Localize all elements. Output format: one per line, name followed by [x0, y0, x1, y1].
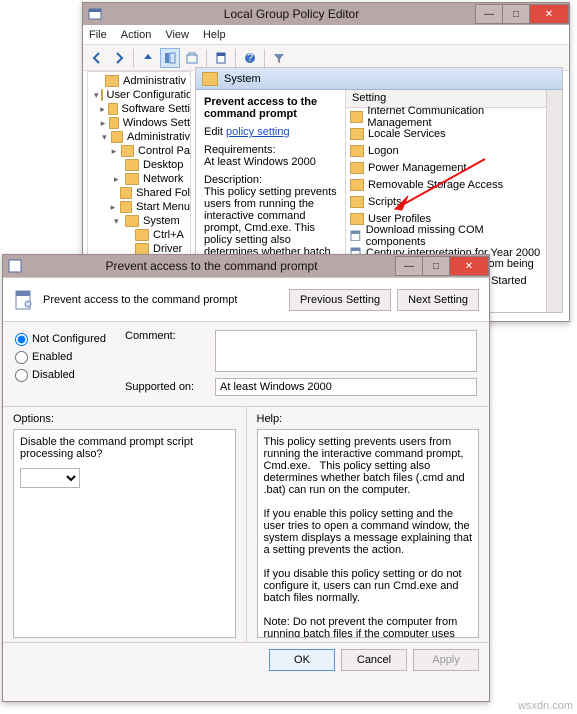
menu-action[interactable]: Action — [121, 29, 152, 41]
radio-not-configured[interactable]: Not Configured — [15, 330, 125, 348]
config-area: Not Configured Enabled Disabled Comment:… — [3, 322, 489, 407]
dialog-titlebar[interactable]: Prevent access to the command prompt — □… — [3, 255, 489, 277]
tree-node[interactable]: Ctrl+A — [88, 228, 190, 242]
settings-row-label: Internet Communication Management — [367, 105, 542, 129]
settings-row-label: Scripts — [368, 196, 402, 208]
dialog-heading: Prevent access to the command prompt — [43, 294, 283, 306]
watermark: wsxdn.com — [518, 700, 573, 712]
folder-icon — [350, 162, 364, 174]
up-button[interactable] — [138, 48, 158, 68]
selected-policy-title: Prevent access to the command prompt — [204, 96, 337, 120]
settings-row[interactable]: Scripts — [346, 193, 546, 210]
filter-button[interactable] — [269, 48, 289, 68]
tree-node[interactable]: ▾User Configuratio — [88, 88, 190, 102]
settings-row[interactable]: Logon — [346, 142, 546, 159]
radio-not-configured-label: Not Configured — [32, 333, 106, 345]
app-icon — [87, 6, 103, 22]
folder-icon — [350, 213, 364, 225]
details-header-text: System — [224, 73, 261, 85]
dialog-maximize-button[interactable]: □ — [422, 256, 450, 276]
svg-text:?: ? — [247, 52, 253, 64]
maximize-button[interactable]: □ — [502, 4, 530, 24]
folder-icon — [202, 72, 218, 86]
supported-field — [215, 378, 477, 396]
back-button[interactable] — [87, 48, 107, 68]
gpedit-menubar: File Action View Help — [83, 25, 569, 45]
help-text: This policy setting prevents users from … — [257, 429, 480, 638]
edit-prefix: Edit — [204, 126, 226, 138]
folder-icon — [350, 179, 364, 191]
tree-node[interactable]: Desktop — [88, 158, 190, 172]
show-hide-tree-button[interactable] — [160, 48, 180, 68]
policy-dialog: Prevent access to the command prompt — □… — [2, 254, 490, 702]
tree-node[interactable]: ▸Control Pa — [88, 144, 190, 158]
dialog-minimize-button[interactable]: — — [395, 256, 423, 276]
edit-policy-link[interactable]: policy setting — [226, 126, 290, 138]
settings-row-label: Locale Services — [368, 128, 446, 140]
desc-label: Description: — [204, 174, 262, 186]
folder-icon — [350, 111, 363, 123]
properties-button[interactable] — [211, 48, 231, 68]
tree-node[interactable]: ▸Start Menu — [88, 200, 190, 214]
apply-button[interactable]: Apply — [413, 649, 479, 671]
folder-icon — [350, 145, 364, 157]
ok-button[interactable]: OK — [269, 649, 335, 671]
radio-disabled-label: Disabled — [32, 369, 75, 381]
menu-file[interactable]: File — [89, 29, 107, 41]
close-button[interactable]: ✕ — [529, 4, 569, 24]
details-header: System — [196, 68, 562, 90]
folder-icon — [350, 128, 364, 140]
radio-enabled-label: Enabled — [32, 351, 72, 363]
dialog-app-icon — [7, 258, 23, 274]
settings-row-label: Power Management — [368, 162, 466, 174]
comment-textarea[interactable] — [215, 330, 477, 372]
folder-icon — [350, 196, 364, 208]
minimize-button[interactable]: — — [475, 4, 503, 24]
options-label: Options: — [13, 413, 236, 425]
tree-node[interactable]: ▸Software Setti — [88, 102, 190, 116]
settings-row[interactable]: Download missing COM components — [346, 227, 546, 244]
menu-view[interactable]: View — [165, 29, 189, 41]
help-label: Help: — [257, 413, 480, 425]
dialog-header: Prevent access to the command prompt Pre… — [3, 278, 489, 322]
help-button[interactable]: ? — [240, 48, 260, 68]
comment-label: Comment: — [125, 330, 215, 342]
settings-row[interactable]: Internet Communication Management — [346, 108, 546, 125]
cancel-button[interactable]: Cancel — [341, 649, 407, 671]
dialog-close-button[interactable]: ✕ — [449, 256, 489, 276]
req-label: Requirements: — [204, 144, 276, 156]
dialog-title: Prevent access to the command prompt — [27, 259, 396, 273]
tree-node[interactable]: ▸Network — [88, 172, 190, 186]
tree-node[interactable]: Administrativ — [88, 74, 190, 88]
tree-node[interactable]: ▾Administrativ — [88, 130, 190, 144]
settings-row-label: Download missing COM components — [366, 224, 542, 248]
options-pane: Options: Disable the command prompt scri… — [3, 407, 247, 642]
previous-setting-button[interactable]: Previous Setting — [289, 289, 391, 311]
settings-row-label: Logon — [368, 145, 399, 157]
dialog-footer: OK Cancel Apply — [3, 643, 489, 677]
settings-row[interactable]: Power Management — [346, 159, 546, 176]
help-pane: Help: This policy setting prevents users… — [247, 407, 490, 642]
radio-disabled[interactable]: Disabled — [15, 366, 125, 384]
gpedit-title: Local Group Policy Editor — [107, 7, 476, 21]
setting-icon — [350, 230, 362, 242]
option-select[interactable] — [20, 468, 80, 488]
settings-row[interactable]: Removable Storage Access — [346, 176, 546, 193]
req-value: At least Windows 2000 — [204, 156, 316, 168]
option-text: Disable the command prompt script proces… — [20, 436, 229, 460]
policy-icon — [13, 289, 35, 311]
tree-node[interactable]: ▾System — [88, 214, 190, 228]
next-setting-button[interactable]: Next Setting — [397, 289, 479, 311]
forward-button[interactable] — [109, 48, 129, 68]
menu-help[interactable]: Help — [203, 29, 226, 41]
tree-node[interactable]: Shared Fol — [88, 186, 190, 200]
export-button[interactable] — [182, 48, 202, 68]
gpedit-titlebar[interactable]: Local Group Policy Editor — □ ✕ — [83, 3, 569, 25]
settings-row-label: Removable Storage Access — [368, 179, 503, 191]
tree-node[interactable]: ▸Windows Sett — [88, 116, 190, 130]
supported-label: Supported on: — [125, 381, 215, 393]
list-scrollbar[interactable] — [546, 90, 562, 312]
radio-enabled[interactable]: Enabled — [15, 348, 125, 366]
